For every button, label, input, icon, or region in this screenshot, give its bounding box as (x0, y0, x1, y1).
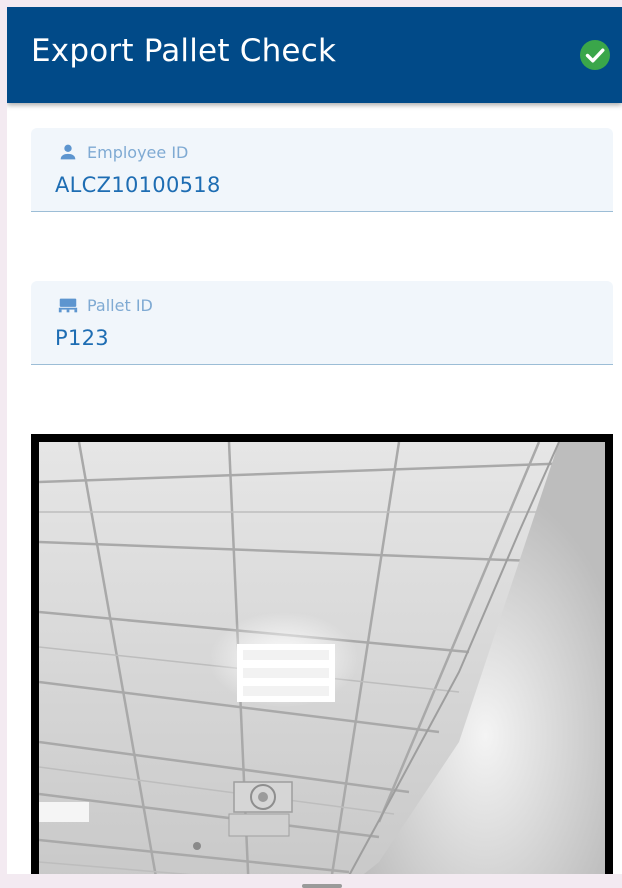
pallet-id-input[interactable]: P123 (55, 326, 109, 350)
camera-feed (39, 442, 605, 874)
app-bar: Export Pallet Check (7, 7, 622, 103)
pallet-id-field[interactable]: Pallet ID P123 (31, 281, 613, 365)
pallet-id-label: Pallet ID (87, 295, 153, 315)
app-screen: Export Pallet Check Employee ID ALCZ1010… (7, 7, 622, 874)
employee-id-label-row: Employee ID (57, 142, 188, 162)
scroll-handle[interactable] (302, 884, 342, 888)
pallet-id-label-row: Pallet ID (57, 295, 153, 315)
pallet-icon (58, 298, 78, 313)
employee-id-label: Employee ID (87, 142, 189, 162)
employee-id-input[interactable]: ALCZ10100518 (55, 173, 221, 197)
check-circle-icon[interactable] (580, 40, 610, 70)
camera-preview[interactable] (31, 434, 613, 874)
page-title: Export Pallet Check (31, 33, 337, 69)
ceiling-image (39, 442, 605, 874)
employee-id-field[interactable]: Employee ID ALCZ10100518 (31, 128, 613, 212)
person-icon (60, 144, 76, 160)
